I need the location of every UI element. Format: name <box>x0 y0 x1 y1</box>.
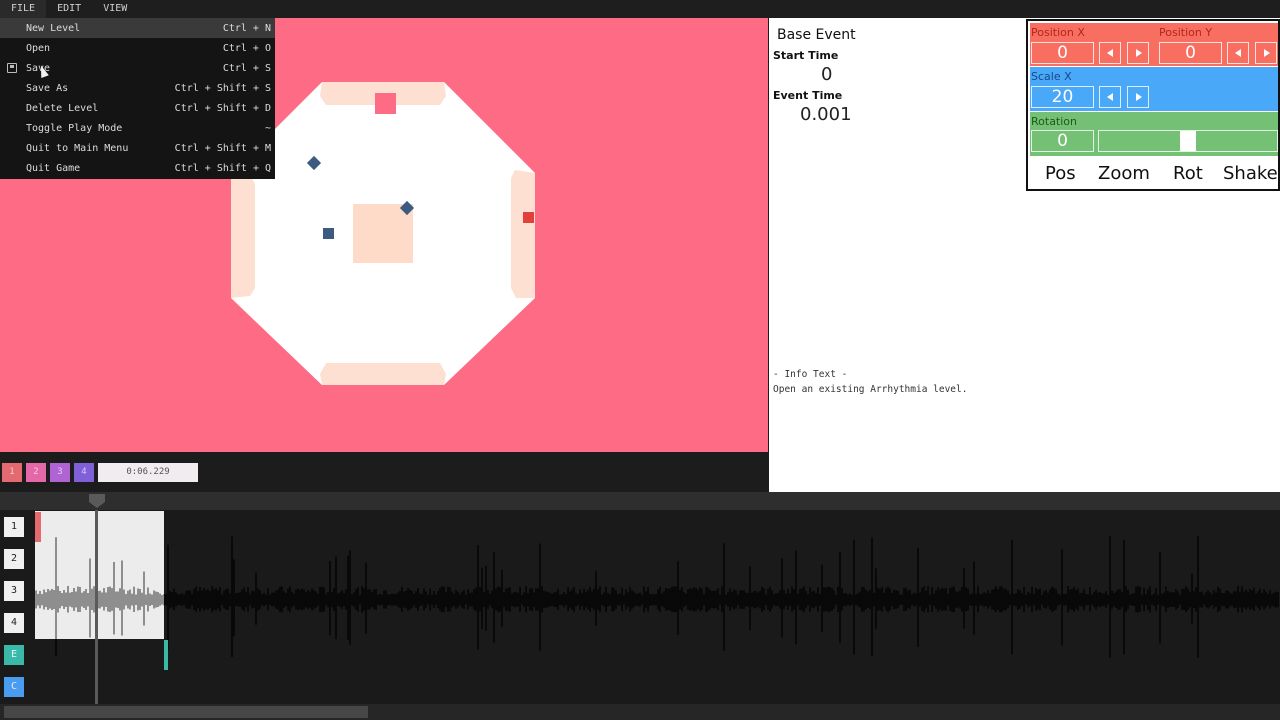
menu-item-label: Save As <box>26 83 69 94</box>
menu-item-quit-game[interactable]: Quit Game Ctrl + Shift + Q <box>0 158 275 178</box>
menu-item-shortcut: Ctrl + Shift + D <box>174 103 271 114</box>
menu-item-toggle-play-mode[interactable]: Toggle Play Mode ~ <box>0 118 275 138</box>
menu-item-label: Open <box>26 43 51 54</box>
tab-pos[interactable]: Pos <box>1045 163 1076 184</box>
start-time-label: Start Time <box>773 49 839 62</box>
menu-item-shortcut: Ctrl + Shift + Q <box>174 163 271 174</box>
scale-x-label: Scale X <box>1031 70 1072 83</box>
menu-item-shortcut: Ctrl + N <box>222 23 271 34</box>
position-y-input[interactable]: 0 <box>1159 42 1222 64</box>
menu-item-quit-to-main-menu[interactable]: Quit to Main Menu Ctrl + Shift + M <box>0 138 275 158</box>
timeline-scrollbar-thumb[interactable] <box>4 706 368 718</box>
menu-item-label: Quit Game <box>26 163 81 174</box>
track-label-events[interactable]: E <box>4 645 24 665</box>
timeline-tracks[interactable]: 1 2 3 4 E C <box>0 510 1280 704</box>
event-title: Base Event <box>777 27 856 43</box>
menu-item-shortcut: Ctrl + Shift + M <box>174 143 271 154</box>
playhead-line[interactable] <box>95 510 98 704</box>
layer-2-button[interactable]: 2 <box>26 463 46 482</box>
layer-toolbar: 1 2 3 4 0:06.229 <box>0 452 768 492</box>
rotation-slider-handle[interactable] <box>1180 131 1196 151</box>
timeline-ruler[interactable] <box>0 492 1280 510</box>
arena-center-block <box>353 204 413 263</box>
menu-file[interactable]: FILE <box>0 0 47 18</box>
event-keyframe-marker[interactable] <box>35 512 41 542</box>
track-label-4[interactable]: 4 <box>4 613 24 633</box>
menu-item-label: Quit to Main Menu <box>26 143 129 154</box>
timeline: 1 2 3 4 E C <box>0 492 1280 720</box>
menu-view[interactable]: VIEW <box>92 0 138 18</box>
rotation-input[interactable]: 0 <box>1031 130 1094 152</box>
scale-x-increment-icon[interactable] <box>1127 86 1149 108</box>
menu-item-label: New Level <box>26 23 81 34</box>
layer-1-button[interactable]: 1 <box>2 463 22 482</box>
event-panel: Base Event Start Time 0 Event Time 0.001… <box>769 18 1026 492</box>
scale-x-input[interactable]: 20 <box>1031 86 1094 108</box>
position-x-label: Position X <box>1031 26 1085 39</box>
layer-4-button[interactable]: 4 <box>74 463 94 482</box>
tab-zoom[interactable]: Zoom <box>1098 163 1150 184</box>
position-x-increment-icon[interactable] <box>1127 42 1149 64</box>
camera-panel: Position X Position Y 0 0 Scale X 20 Rot… <box>1026 19 1280 191</box>
rotation-label: Rotation <box>1031 115 1078 128</box>
enemy-red-square <box>523 212 534 223</box>
menu-item-open[interactable]: Open Ctrl + O <box>0 38 275 58</box>
event-time-value[interactable]: 0.001 <box>800 104 852 125</box>
enemy-pink-square <box>375 93 396 114</box>
enemy-blue-square <box>323 228 334 239</box>
info-text-heading: - Info Text - <box>773 369 848 380</box>
save-icon <box>7 63 17 73</box>
track-label-2[interactable]: 2 <box>4 549 24 569</box>
menu-bar: FILE EDIT VIEW <box>0 0 1280 18</box>
rotation-slider[interactable] <box>1098 130 1278 152</box>
menu-item-label: Toggle Play Mode <box>26 123 123 134</box>
info-text: Open an existing Arrhythmia level. <box>773 384 968 395</box>
position-x-input[interactable]: 0 <box>1031 42 1094 64</box>
time-input[interactable]: 0:06.229 <box>98 463 198 482</box>
menu-item-shortcut: ~ <box>264 123 271 134</box>
menu-item-new-level[interactable]: New Level Ctrl + N <box>0 18 275 38</box>
scale-x-decrement-icon[interactable] <box>1099 86 1121 108</box>
audio-waveform <box>35 535 1279 658</box>
position-y-label: Position Y <box>1159 26 1213 39</box>
arena-pad-right <box>511 170 535 298</box>
position-y-decrement-icon[interactable] <box>1227 42 1249 64</box>
track-label-3[interactable]: 3 <box>4 581 24 601</box>
file-dropdown-menu: New Level Ctrl + N Open Ctrl + O Save Ct… <box>0 18 275 179</box>
timeline-scrollbar[interactable] <box>0 704 1280 720</box>
waveform-path <box>35 535 1279 658</box>
menu-item-delete-level[interactable]: Delete Level Ctrl + Shift + D <box>0 98 275 118</box>
menu-item-save-as[interactable]: Save As Ctrl + Shift + S <box>0 78 275 98</box>
menu-item-shortcut: Ctrl + S <box>222 63 271 74</box>
menu-item-shortcut: Ctrl + O <box>222 43 271 54</box>
track-label-1[interactable]: 1 <box>4 517 24 537</box>
menu-edit[interactable]: EDIT <box>46 0 92 18</box>
position-row: Position X Position Y 0 0 <box>1030 23 1278 66</box>
tab-shake[interactable]: Shake <box>1223 163 1278 184</box>
arena-pad-left <box>231 175 255 298</box>
layer-3-button[interactable]: 3 <box>50 463 70 482</box>
menu-item-label: Delete Level <box>26 103 99 114</box>
arena-pad-bottom <box>320 363 446 385</box>
event-keyframe-marker[interactable] <box>164 640 168 670</box>
rotation-row: Rotation 0 <box>1030 112 1278 156</box>
track-label-camera[interactable]: C <box>4 677 24 697</box>
start-time-value[interactable]: 0 <box>821 64 832 85</box>
playhead-marker-icon[interactable] <box>0 492 1280 510</box>
scale-row: Scale X 20 <box>1030 67 1278 111</box>
event-time-label: Event Time <box>773 89 843 102</box>
position-x-decrement-icon[interactable] <box>1099 42 1121 64</box>
position-y-increment-icon[interactable] <box>1255 42 1277 64</box>
tab-rot[interactable]: Rot <box>1173 163 1203 184</box>
menu-item-shortcut: Ctrl + Shift + S <box>174 83 271 94</box>
